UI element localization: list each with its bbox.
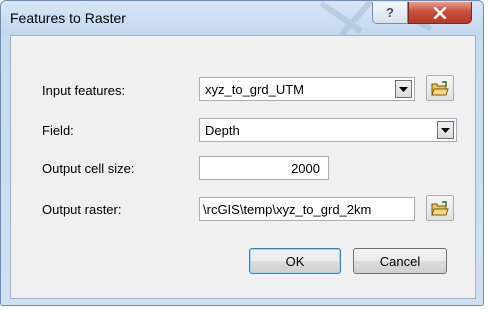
window-title: Features to Raster — [10, 10, 126, 26]
title-bar[interactable]: Features to Raster ? — [1, 1, 483, 35]
cell-size-input[interactable]: 2000 — [199, 156, 329, 180]
open-folder-icon — [431, 200, 449, 215]
ok-button[interactable]: OK — [249, 248, 341, 274]
close-button[interactable] — [408, 2, 472, 24]
output-raster-value: \rcGIS\temp\xyz_to_grd_2km — [203, 202, 372, 217]
dialog-content: Input features: xyz_to_grd_UTM Field: De… — [10, 35, 476, 299]
chevron-down-icon[interactable] — [395, 80, 412, 98]
cell-size-label: Output cell size: — [42, 161, 135, 176]
help-icon: ? — [386, 5, 394, 20]
input-features-dropdown[interactable]: xyz_to_grd_UTM — [199, 77, 415, 101]
chevron-down-icon[interactable] — [437, 121, 454, 139]
cell-size-value: 2000 — [291, 161, 320, 176]
cancel-button[interactable]: Cancel — [353, 248, 447, 274]
browse-output-button[interactable] — [426, 195, 454, 221]
input-features-value: xyz_to_grd_UTM — [205, 82, 304, 97]
open-folder-icon — [431, 80, 449, 95]
close-icon — [433, 6, 447, 19]
field-value: Depth — [205, 123, 240, 138]
cancel-button-label: Cancel — [379, 253, 421, 269]
browse-input-button[interactable] — [426, 75, 454, 101]
field-dropdown[interactable]: Depth — [199, 118, 457, 142]
output-raster-label: Output raster: — [42, 202, 122, 217]
output-raster-input[interactable]: \rcGIS\temp\xyz_to_grd_2km — [199, 197, 415, 221]
field-label: Field: — [42, 123, 74, 138]
ok-button-label: OK — [285, 253, 305, 269]
dialog-window: Features to Raster ? Input features: xyz… — [0, 0, 484, 306]
input-features-label: Input features: — [42, 83, 126, 98]
help-button[interactable]: ? — [372, 2, 408, 24]
